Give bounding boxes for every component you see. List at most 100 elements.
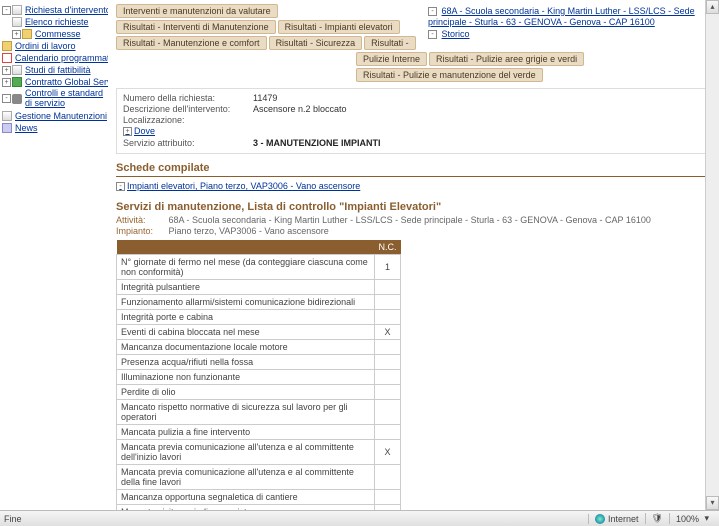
table-row: Integrità pulsantiere — [117, 280, 401, 295]
table-row: Mancata pulizia a fine intervento — [117, 425, 401, 440]
checklist-mark: 1 — [375, 255, 401, 280]
attivita-value: 68A - Scuola secondaria - King Martin Lu… — [169, 215, 651, 225]
status-fine: Fine — [4, 514, 22, 524]
req-num-label: Numero della richiesta: — [123, 93, 253, 103]
pill[interactable]: Risultati - Manutenzione e comfort — [116, 36, 267, 50]
status-bar: Fine Internet 🛡 100% ▾ — [0, 510, 719, 526]
building-link[interactable]: 68A - Scuola secondaria - King Martin Lu… — [428, 6, 695, 27]
pill[interactable]: Risultati - — [364, 36, 416, 50]
checklist-desc: Presenza acqua/rifiuti nella fossa — [117, 355, 375, 370]
table-row: Mancanza opportuna segnaletica di cantie… — [117, 490, 401, 505]
expand-icon[interactable]: + — [123, 127, 132, 136]
schede-heading: Schede compilate — [116, 160, 713, 177]
checklist-desc: Perdite di olio — [117, 385, 375, 400]
tree-collapse-icon[interactable]: - — [2, 6, 11, 15]
checklist-desc: Mancata previa comunicazione all'utenza … — [117, 440, 375, 465]
news-icon — [2, 123, 12, 133]
table-row: N° giornate di fermo nel mese (da conteg… — [117, 255, 401, 280]
checklist-desc: Mancato rispetto normative di sicurezza … — [117, 400, 375, 425]
vertical-scrollbar[interactable]: ▴ ▾ — [705, 0, 719, 510]
table-row: Funzionamento allarmi/sistemi comunicazi… — [117, 295, 401, 310]
loc-label: Localizzazione: — [123, 115, 253, 125]
pill[interactable]: Interventi e manutenzioni da valutare — [116, 4, 278, 18]
checklist-desc: Mancata previa comunicazione all'utenza … — [117, 465, 375, 490]
pill[interactable]: Pulizie Interne — [356, 52, 427, 66]
sidebar-item-label: Contratto Global Service — [25, 77, 108, 87]
checklist-mark — [375, 280, 401, 295]
attivita-label: Attività: — [116, 215, 166, 225]
sidebar-item-ordini[interactable]: Ordini di lavoro — [2, 40, 108, 52]
doc-icon — [12, 17, 22, 27]
tree-expand-icon[interactable]: + — [12, 30, 21, 39]
collapse-icon[interactable]: - — [116, 182, 125, 191]
checklist-desc: Mancata pulizia a fine intervento — [117, 425, 375, 440]
sidebar: - Richiesta d'intervento Elenco richiest… — [0, 0, 110, 510]
checklist-desc: Eventi di cabina bloccata nel mese — [117, 325, 375, 340]
scroll-down-icon[interactable]: ▾ — [706, 496, 719, 510]
schede-link[interactable]: - Impianti elevatori, Piano terzo, VAP30… — [116, 179, 713, 193]
dove-link[interactable]: + Dove — [123, 126, 706, 136]
building-info: - 68A - Scuola secondaria - King Martin … — [428, 6, 713, 39]
desc-value: Ascensore n.2 bloccato — [253, 104, 347, 114]
checklist-desc: Funzionamento allarmi/sistemi comunicazi… — [117, 295, 375, 310]
sidebar-item-controlli[interactable]: - Controlli e standard di servizio — [2, 88, 108, 110]
sidebar-item-calendar[interactable]: Calendario programmato — [2, 52, 108, 64]
checklist-desc: Mancanza documentazione locale motore — [117, 340, 375, 355]
sidebar-item-contratto[interactable]: + Contratto Global Service — [2, 76, 108, 88]
status-zoom[interactable]: 100% ▾ — [669, 513, 715, 524]
checklist-mark — [375, 310, 401, 325]
tree-expand-icon[interactable]: + — [2, 66, 11, 75]
checklist-table: N.C. N° giornate di fermo nel mese (da c… — [116, 240, 401, 510]
sidebar-item-label: Controlli e standard di servizio — [25, 89, 108, 109]
table-row: Perdite di olio — [117, 385, 401, 400]
status-protected[interactable]: 🛡 — [645, 513, 669, 524]
collapse-icon[interactable]: - — [428, 30, 437, 39]
scroll-up-icon[interactable]: ▴ — [706, 0, 719, 14]
sidebar-item-news[interactable]: News — [2, 122, 108, 134]
checklist-mark — [375, 295, 401, 310]
serv-value: 3 - MANUTENZIONE IMPIANTI — [253, 138, 381, 148]
sidebar-item-requests-list[interactable]: Elenco richieste — [2, 16, 108, 28]
folder-icon — [2, 41, 12, 51]
sidebar-item-label: Commesse — [35, 29, 81, 39]
checklist-mark — [375, 490, 401, 505]
sidebar-item-studi[interactable]: + Studi di fattibilità — [2, 64, 108, 76]
pill[interactable]: Risultati - Sicurezza — [269, 36, 363, 50]
list-heading: Servizi di manutenzione, Lista di contro… — [116, 197, 713, 215]
storico-link[interactable]: Storico — [442, 29, 470, 39]
checklist-desc: Illuminazione non funzionante — [117, 370, 375, 385]
table-row: Mancata previa comunicazione all'utenza … — [117, 465, 401, 490]
table-row: Illuminazione non funzionante — [117, 370, 401, 385]
sidebar-item-gestione[interactable]: Gestione Manutenzioni — [2, 110, 108, 122]
checklist-desc: Integrità pulsantiere — [117, 280, 375, 295]
table-row: Mancata previa comunicazione all'utenza … — [117, 440, 401, 465]
pill[interactable]: Risultati - Pulizie aree grigie e verdi — [429, 52, 584, 66]
pill[interactable]: Risultati - Pulizie e manutenzione del v… — [356, 68, 543, 82]
sidebar-item-label: Studi di fattibilità — [25, 65, 91, 75]
doc-icon — [12, 5, 22, 15]
sidebar-item-commesse[interactable]: + Commesse — [2, 28, 108, 40]
pill[interactable]: Risultati - Interventi di Manutenzione — [116, 20, 276, 34]
tree-expand-icon[interactable]: + — [2, 78, 11, 87]
sidebar-item-label: Ordini di lavoro — [15, 41, 76, 51]
status-internet: Internet — [588, 514, 645, 524]
checklist-header-desc — [117, 240, 375, 255]
table-row: Integrità porte e cabina — [117, 310, 401, 325]
sidebar-item-label: Elenco richieste — [25, 17, 89, 27]
sidebar-item-request[interactable]: - Richiesta d'intervento — [2, 4, 108, 16]
doc-icon — [12, 65, 22, 75]
table-row: Mancanza documentazione locale motore — [117, 340, 401, 355]
check-icon — [12, 77, 22, 87]
checklist-mark — [375, 340, 401, 355]
serv-label: Servizio attribuito: — [123, 138, 253, 148]
checklist-mark — [375, 400, 401, 425]
checklist-mark — [375, 465, 401, 490]
checklist-desc: N° giornate di fermo nel mese (da conteg… — [117, 255, 375, 280]
checklist-mark: X — [375, 440, 401, 465]
pill[interactable]: Risultati - Impianti elevatori — [278, 20, 400, 34]
tree-collapse-icon[interactable]: - — [2, 94, 11, 103]
collapse-icon[interactable]: - — [428, 7, 437, 16]
folder-icon — [22, 29, 32, 39]
checklist-desc: Integrità porte e cabina — [117, 310, 375, 325]
checklist-mark: X — [375, 325, 401, 340]
